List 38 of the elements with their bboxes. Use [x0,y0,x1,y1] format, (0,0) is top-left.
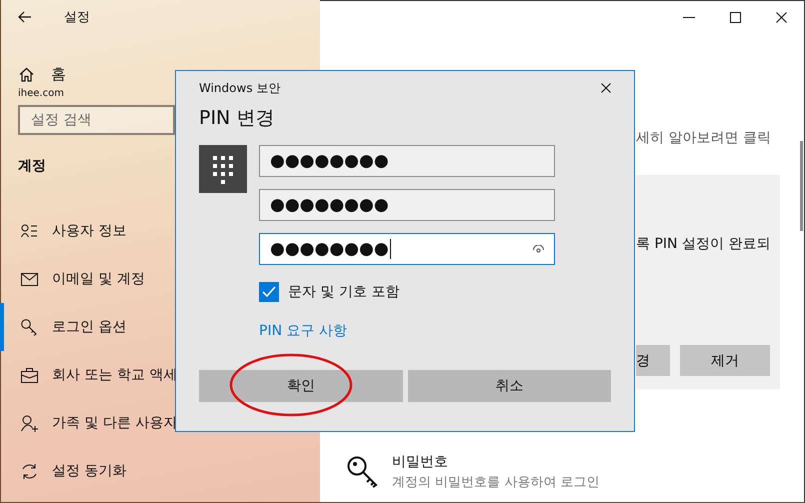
checkbox-label: 문자 및 기호 포함 [288,283,400,301]
close-icon[interactable] [776,12,787,22]
mail-icon [21,272,38,286]
password-title: 비밀번호 [392,453,449,471]
user-list-icon [21,224,38,238]
sync-icon [21,462,38,480]
scrollbar[interactable] [800,141,803,231]
add-user-icon [21,414,38,432]
key-icon [21,318,38,336]
eye-icon[interactable] [533,245,544,253]
close-icon[interactable] [601,83,611,93]
card-action-button[interactable]: 경 [636,345,670,376]
dialog-title: PIN 변경 [199,106,276,131]
key-icon [347,456,379,488]
pin-field[interactable]: ●●●●●●●● [259,189,555,221]
account-email: ihee.com [18,88,64,99]
password-description: 계정의 비밀번호를 사용하여 로그인 [392,474,600,491]
maximize-icon[interactable] [730,12,741,22]
home-link[interactable]: 홈 [51,65,66,84]
dialog-button[interactable]: 취소 [408,370,611,402]
nav-item[interactable]: 가족 및 다른 사용자 [0,399,320,447]
minimize-icon[interactable] [683,16,695,18]
pin-field[interactable]: ●●●●●●●● [259,233,555,265]
checkbox[interactable] [259,282,279,302]
pin-field[interactable]: ●●●●●●●● [259,145,555,177]
home-icon [19,67,34,82]
card-action-button[interactable]: 제거 [680,345,770,376]
dialog-button[interactable]: 확인 [199,370,402,402]
back-icon[interactable] [18,11,32,23]
help-link[interactable]: 세히 알아보려면 클릭 [636,129,804,147]
nav-item[interactable]: 설정 동기화 [0,447,320,495]
card-text: 록 PIN 설정이 완료되 [636,235,772,253]
window-title: 설정 [64,9,90,26]
briefcase-icon [21,368,38,382]
text-cursor [390,239,391,259]
dialog-caption: Windows 보안 [199,80,280,96]
search-field[interactable]: 설정 검색 [18,105,175,135]
keypad-icon [199,145,247,193]
